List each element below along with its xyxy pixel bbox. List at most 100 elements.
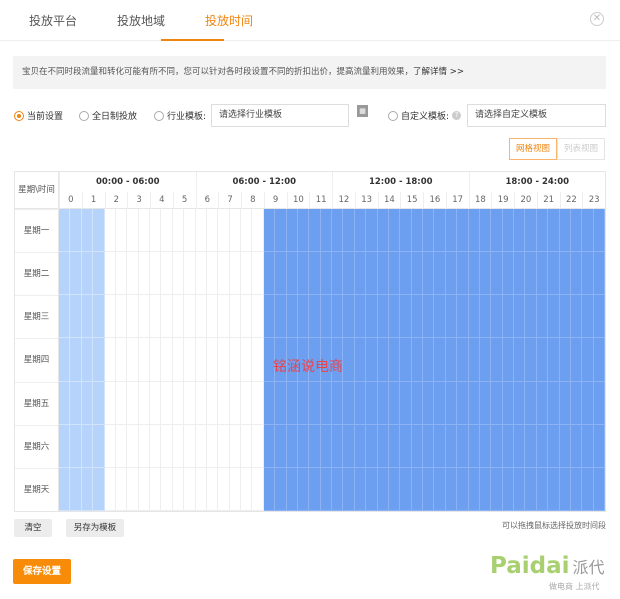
day-label[interactable]: 星期二: [15, 252, 59, 296]
time-slot-cell[interactable]: [93, 209, 105, 253]
time-slot-cell[interactable]: [161, 381, 173, 425]
time-slot-cell[interactable]: [150, 295, 162, 339]
time-slot-cell[interactable]: [218, 209, 230, 253]
time-slot-cell[interactable]: [70, 338, 82, 382]
time-slot-cell[interactable]: [229, 252, 241, 296]
time-slot-cell[interactable]: [388, 295, 401, 339]
radio-industry[interactable]: 行业模板:: [154, 109, 206, 122]
time-slot-cell[interactable]: [491, 424, 503, 468]
time-slot-cell[interactable]: [366, 467, 378, 511]
time-slot-cell[interactable]: [354, 338, 367, 382]
time-slot-cell[interactable]: [206, 295, 219, 339]
time-slot-cell[interactable]: [411, 252, 423, 296]
time-slot-cell[interactable]: [548, 209, 560, 253]
time-slot-cell[interactable]: [70, 252, 82, 296]
time-slot-cell[interactable]: [514, 295, 526, 339]
time-slot-cell[interactable]: [423, 381, 435, 425]
time-slot-cell[interactable]: [434, 295, 446, 339]
time-slot-cell[interactable]: [161, 338, 173, 382]
time-slot-cell[interactable]: [491, 252, 503, 296]
time-slot-cell[interactable]: [491, 467, 503, 511]
time-slot-cell[interactable]: [536, 381, 549, 425]
time-slot-cell[interactable]: [59, 252, 71, 296]
time-slot-cell[interactable]: [59, 467, 71, 511]
time-slot-cell[interactable]: [93, 295, 105, 339]
time-slot-cell[interactable]: [377, 295, 389, 339]
time-slot-cell[interactable]: [252, 424, 264, 468]
time-slot-cell[interactable]: [536, 209, 549, 253]
learn-more-link[interactable]: 了解详情 >>: [413, 67, 464, 77]
time-slot-cell[interactable]: [104, 295, 116, 339]
time-slot-cell[interactable]: [366, 252, 378, 296]
time-slot-cell[interactable]: [343, 338, 355, 382]
time-slot-cell[interactable]: [457, 467, 469, 511]
time-slot-cell[interactable]: [172, 338, 185, 382]
time-slot-cell[interactable]: [218, 338, 230, 382]
time-slot-cell[interactable]: [241, 338, 253, 382]
time-slot-cell[interactable]: [502, 295, 514, 339]
time-slot-cell[interactable]: [559, 252, 571, 296]
time-slot-cell[interactable]: [309, 209, 321, 253]
time-slot-cell[interactable]: [138, 467, 150, 511]
time-slot-cell[interactable]: [104, 381, 116, 425]
time-slot-cell[interactable]: [218, 252, 230, 296]
hour-header[interactable]: 19: [491, 192, 514, 209]
time-slot-cell[interactable]: [320, 295, 332, 339]
time-slot-cell[interactable]: [423, 338, 435, 382]
time-slot-cell[interactable]: [593, 295, 605, 339]
time-slot-cell[interactable]: [354, 209, 367, 253]
time-slot-cell[interactable]: [275, 252, 287, 296]
time-slot-cell[interactable]: [59, 295, 71, 339]
time-slot-cell[interactable]: [115, 209, 128, 253]
tab-platform[interactable]: 投放平台: [29, 12, 77, 29]
hour-header[interactable]: 3: [127, 192, 150, 209]
hour-header[interactable]: 4: [150, 192, 173, 209]
time-slot-cell[interactable]: [138, 252, 150, 296]
time-slot-cell[interactable]: [161, 295, 173, 339]
time-slot-cell[interactable]: [70, 467, 82, 511]
time-slot-cell[interactable]: [445, 338, 458, 382]
time-slot-cell[interactable]: [423, 295, 435, 339]
time-slot-cell[interactable]: [161, 424, 173, 468]
time-slot-cell[interactable]: [502, 381, 514, 425]
time-slot-cell[interactable]: [320, 424, 332, 468]
time-slot-cell[interactable]: [457, 295, 469, 339]
time-slot-cell[interactable]: [115, 381, 128, 425]
clear-button[interactable]: 清空: [14, 519, 52, 537]
time-slot-cell[interactable]: [161, 467, 173, 511]
industry-template-select[interactable]: 请选择行业模板: [211, 104, 349, 127]
time-slot-cell[interactable]: [195, 338, 207, 382]
time-slot-cell[interactable]: [195, 424, 207, 468]
time-slot-cell[interactable]: [138, 295, 150, 339]
time-slot-cell[interactable]: [59, 338, 71, 382]
calendar-icon[interactable]: ▦: [357, 105, 368, 117]
time-slot-cell[interactable]: [309, 295, 321, 339]
time-slot-cell[interactable]: [297, 295, 310, 339]
time-slot-cell[interactable]: [309, 467, 321, 511]
time-slot-cell[interactable]: [502, 424, 514, 468]
time-slot-cell[interactable]: [81, 381, 94, 425]
time-slot-cell[interactable]: [93, 252, 105, 296]
time-slot-cell[interactable]: [423, 424, 435, 468]
time-slot-cell[interactable]: [400, 209, 412, 253]
time-slot-cell[interactable]: [514, 252, 526, 296]
time-slot-cell[interactable]: [286, 381, 298, 425]
time-slot-cell[interactable]: [138, 381, 150, 425]
time-slot-cell[interactable]: [366, 381, 378, 425]
hour-header[interactable]: 23: [582, 192, 605, 209]
time-slot-cell[interactable]: [275, 209, 287, 253]
time-slot-cell[interactable]: [411, 381, 423, 425]
time-slot-cell[interactable]: [400, 467, 412, 511]
time-slot-cell[interactable]: [514, 209, 526, 253]
time-slot-cell[interactable]: [93, 467, 105, 511]
time-slot-cell[interactable]: [582, 424, 594, 468]
time-slot-cell[interactable]: [138, 338, 150, 382]
time-slot-cell[interactable]: [115, 338, 128, 382]
time-slot-cell[interactable]: [275, 467, 287, 511]
time-slot-cell[interactable]: [81, 295, 94, 339]
time-slot-cell[interactable]: [502, 338, 514, 382]
time-slot-cell[interactable]: [241, 381, 253, 425]
time-slot-cell[interactable]: [93, 338, 105, 382]
time-slot-cell[interactable]: [536, 424, 549, 468]
grid-view-button[interactable]: 网格视图: [509, 138, 557, 160]
